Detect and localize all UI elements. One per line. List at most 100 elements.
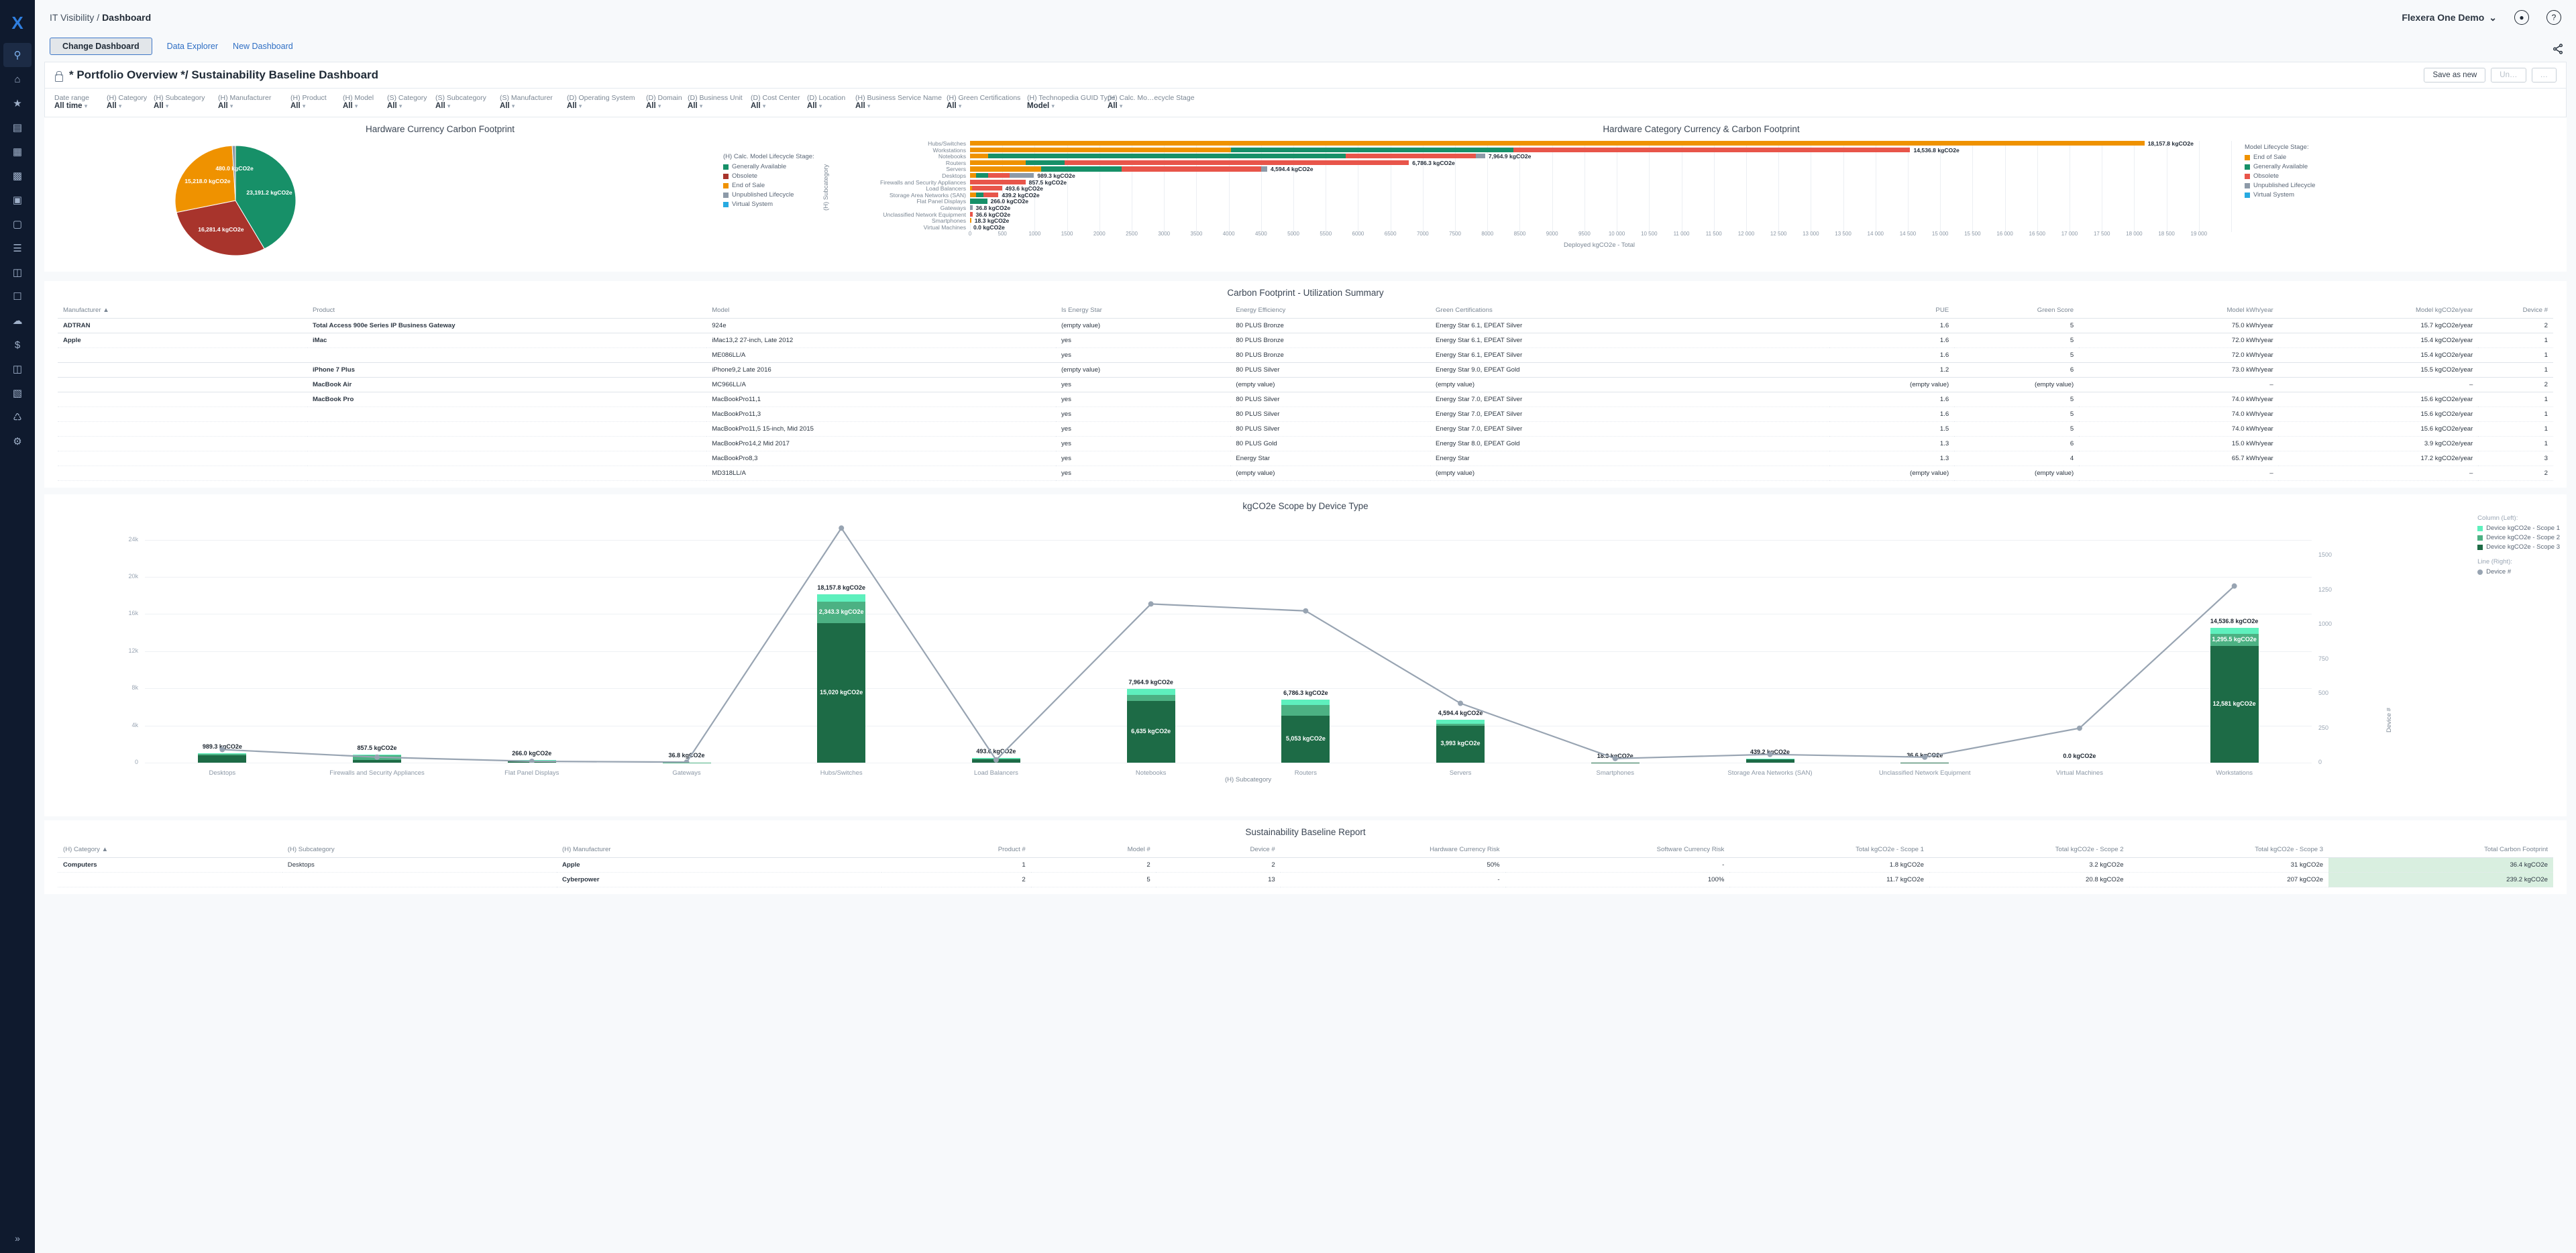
filter-value[interactable]: All ▾ <box>646 102 678 110</box>
hbar-segment[interactable] <box>970 205 973 211</box>
filter-value[interactable]: All ▾ <box>947 102 1018 110</box>
nav-grid-icon[interactable]: ▦ <box>3 140 32 164</box>
column-segment-scope-1[interactable] <box>1436 720 1485 724</box>
filter-value[interactable]: All ▾ <box>387 102 426 110</box>
column-header[interactable]: Hardware Currency Risk <box>1280 842 1505 858</box>
filter-value[interactable]: All ▾ <box>1108 102 1179 110</box>
filter-value[interactable]: All ▾ <box>343 102 378 110</box>
hbar-segment[interactable] <box>971 186 1002 191</box>
filter-value[interactable]: All ▾ <box>751 102 798 110</box>
left-nav-rail[interactable]: X ⚲ ⌂ ★ ▤ ▦ ▩ ▣ ▢ ☰ ◫ ☐ ☁ $ ◫ ▧ ♺ ⚙ » <box>0 0 35 1253</box>
nav-favorites-icon[interactable]: ★ <box>3 91 32 115</box>
hbar-segment[interactable] <box>970 211 973 217</box>
hbar-segment[interactable] <box>1064 160 1409 165</box>
legend-item[interactable]: Virtual System <box>723 200 814 209</box>
column-header[interactable]: Total kgCO2e - Scope 3 <box>2129 842 2329 858</box>
filter-value[interactable]: All ▾ <box>807 102 846 110</box>
hbar-segment[interactable] <box>1260 166 1267 172</box>
column-header[interactable]: (H) Category ▲ <box>58 842 282 858</box>
column-header[interactable]: Device # <box>2478 303 2553 319</box>
hbar-segment[interactable] <box>970 218 971 223</box>
new-dashboard-link[interactable]: New Dashboard <box>233 42 293 51</box>
hbar-segment[interactable] <box>1041 166 1122 172</box>
hbar-chart-canvas[interactable]: Hubs/Switches 18,157.8 kgCO2e Workstations… <box>822 137 2567 264</box>
column-segment-scope-1[interactable] <box>1126 688 1175 696</box>
column-header[interactable]: Product <box>307 303 707 319</box>
hbar-segment[interactable] <box>975 173 988 178</box>
undo-button[interactable]: Un… <box>2491 68 2526 83</box>
table-row[interactable]: MacBookPro11,3 yes 80 PLUS Silver Energy St… <box>58 406 2553 422</box>
column-segment-scope-3[interactable] <box>353 760 402 763</box>
hbar-segment[interactable] <box>975 192 984 197</box>
column-bar[interactable] <box>1281 700 1330 763</box>
pie-chart-canvas[interactable]: 23,191.2 kgCO2e 16,281.4 kgCO2e 15,218.0 k… <box>44 137 836 264</box>
hbar-segment[interactable] <box>970 179 1026 184</box>
more-actions-button[interactable]: … <box>2531 68 2557 83</box>
hbar-segment[interactable] <box>1025 160 1065 165</box>
nav-server-icon[interactable]: ◫ <box>3 260 32 284</box>
legend-item[interactable]: End of Sale <box>2245 153 2315 162</box>
utilization-summary-table[interactable]: Manufacturer ▲ Product Model Is Energy Star… <box>58 303 2553 481</box>
column-segment-scope-3[interactable] <box>507 761 556 763</box>
filter-h-subcategory[interactable]: (H) Subcategory All ▾ <box>154 94 218 110</box>
scope-column-chart-canvas[interactable]: 0 4k 8k 12k 16k 20k 24k 0 250 500 750 1000 1250 1500 9… <box>128 521 2332 777</box>
hbar-segment[interactable] <box>970 160 1026 165</box>
column-segment-scope-2[interactable] <box>1436 723 1485 726</box>
column-header[interactable]: Model <box>706 303 1056 319</box>
filter-value[interactable]: All ▾ <box>855 102 937 110</box>
hbar-segment[interactable] <box>1475 154 1485 159</box>
nav-box-icon[interactable]: ☐ <box>3 284 32 309</box>
share-icon[interactable] <box>2552 43 2564 55</box>
table-row[interactable]: MacBookPro14,2 Mid 2017 yes 80 PLUS Gold En… <box>58 436 2553 451</box>
change-dashboard-button[interactable]: Change Dashboard <box>50 38 152 55</box>
filter-h-manufacturer[interactable]: (H) Manufacturer All ▾ <box>218 94 290 110</box>
column-header[interactable]: Product # <box>881 842 1031 858</box>
filter-value[interactable]: All ▾ <box>107 102 144 110</box>
table-row[interactable]: MD318LL/A yes (empty value) (empty value) (e… <box>58 466 2553 481</box>
table-row[interactable]: ME086LL/A yes 80 PLUS Bronze Energy Star 6.… <box>58 347 2553 363</box>
column-segment-scope-2[interactable] <box>353 755 402 761</box>
column-header[interactable]: Green Certifications <box>1430 303 1830 319</box>
filter-s-manufacturer[interactable]: (S) Manufacturer All ▾ <box>500 94 567 110</box>
hbar-segment[interactable] <box>1121 166 1261 172</box>
nav-cloud-icon[interactable]: ☁ <box>3 309 32 333</box>
filter-value[interactable]: All ▾ <box>567 102 637 110</box>
table-row[interactable]: iPhone 7 Plus iPhone9,2 Late 2016 (empty v… <box>58 362 2553 378</box>
hbar-segment[interactable] <box>1513 147 1911 152</box>
table-row[interactable]: ADTRAN Total Access 900e Series IP Busine… <box>58 318 2553 333</box>
column-segment-scope-1[interactable] <box>2210 627 2259 634</box>
filter-h-green-certifications[interactable]: (H) Green Certifications All ▾ <box>947 94 1027 110</box>
filter-value[interactable]: All ▾ <box>218 102 281 110</box>
column-bar[interactable] <box>353 755 402 763</box>
filter-h-model[interactable]: (H) Model All ▾ <box>343 94 387 110</box>
filter-h-technopedia-guid-type[interactable]: (H) Technopedia GUID Type Model ▾ <box>1027 94 1116 110</box>
column-header[interactable]: Energy Efficiency <box>1230 303 1430 319</box>
filter-value[interactable]: All time ▾ <box>54 102 97 110</box>
nav-settings-icon[interactable]: ⚙ <box>3 429 32 453</box>
column-header[interactable]: Software Currency Risk <box>1505 842 1730 858</box>
legend-item[interactable]: End of Sale <box>723 181 814 190</box>
filter-value[interactable]: All ▾ <box>290 102 333 110</box>
legend-item[interactable]: Unpublished Lifecycle <box>723 190 814 200</box>
filter-date-range[interactable]: Date range All time ▾ <box>54 94 107 110</box>
nav-shield-icon[interactable]: ♺ <box>3 405 32 429</box>
nav-document-icon[interactable]: ▢ <box>3 212 32 236</box>
legend-item[interactable]: Obsolete <box>723 172 814 181</box>
column-segment-scope-2[interactable] <box>1281 705 1330 716</box>
pie-chart-svg[interactable] <box>44 137 836 264</box>
breadcrumb-root[interactable]: IT Visibility <box>50 12 94 23</box>
column-segment-scope-2[interactable] <box>1126 695 1175 702</box>
column-segment-scope-2[interactable] <box>198 754 247 756</box>
nav-home-icon[interactable]: ⌂ <box>3 67 32 91</box>
column-header[interactable]: Total Carbon Footprint <box>2328 842 2553 858</box>
nav-layers-icon[interactable]: ▣ <box>3 188 32 212</box>
nav-search-icon[interactable]: ⚲ <box>3 43 32 67</box>
legend-item[interactable]: Device kgCO2e - Scope 2 <box>2477 533 2560 543</box>
hbar-segment[interactable] <box>1009 173 1034 178</box>
hbar-segment[interactable] <box>970 199 987 204</box>
column-header[interactable]: Green Score <box>1954 303 2080 319</box>
hbar-segment[interactable] <box>970 147 1231 152</box>
table-row[interactable]: Cyberpower 2 5 13-100% 11.7 kgCO2e 20.8 kgCO2… <box>58 872 2553 887</box>
column-segment-scope-3[interactable] <box>1746 759 1794 763</box>
column-header[interactable]: Device # <box>1155 842 1281 858</box>
